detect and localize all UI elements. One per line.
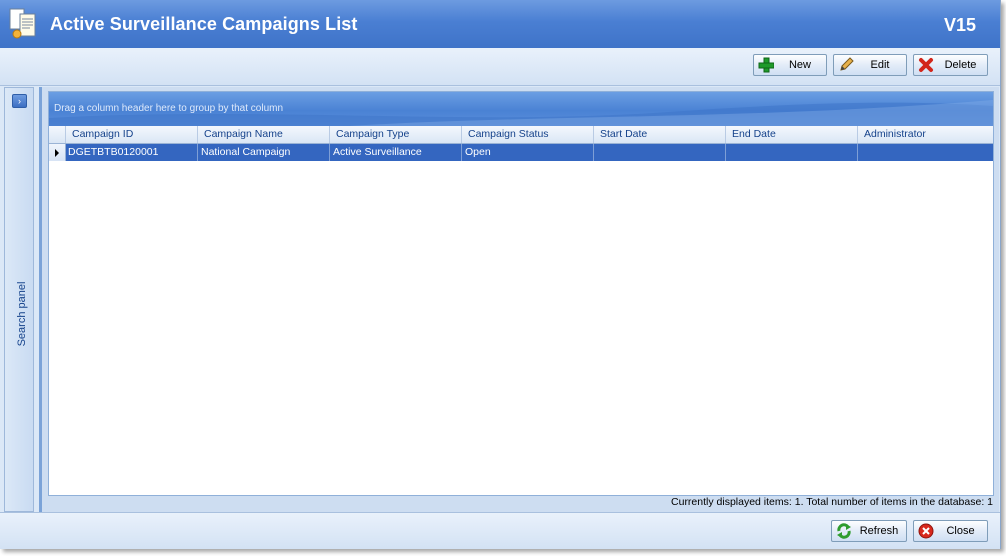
refresh-button-label: Refresh [859,525,899,537]
cell-campaign-id[interactable]: DGETBTB0120001 [65,144,197,161]
plus-icon [758,57,774,73]
row-pointer-icon [55,149,59,157]
row-indicator-header [49,126,65,143]
cell-end-date[interactable] [725,144,857,161]
search-panel-label[interactable]: Search panel [16,269,28,359]
column-header-administrator[interactable]: Administrator [857,126,993,143]
edit-button[interactable]: Edit [833,54,907,76]
column-header-row: Campaign ID Campaign Name Campaign Type … [49,126,993,144]
cell-administrator[interactable] [857,144,993,161]
close-button-label: Close [946,525,975,537]
title-bar: Active Surveillance Campaigns List V15 [0,0,1000,48]
cell-campaign-status[interactable]: Open [461,144,593,161]
version-label: V15 [943,15,976,35]
delete-x-icon [919,58,933,72]
column-header-campaign-id[interactable]: Campaign ID [65,126,197,143]
search-panel[interactable]: › Search panel [4,87,34,512]
campaigns-grid: Drag a column header here to group by th… [48,91,994,496]
cell-start-date[interactable] [593,144,725,161]
grid-container: Drag a column header here to group by th… [39,87,999,512]
cell-campaign-type[interactable]: Active Surveillance [329,144,461,161]
items-count-status: Currently displayed items: 1. Total numb… [671,496,993,508]
new-button-label: New [788,59,811,71]
toolbar: New Edit Delete [0,48,1000,86]
pencil-icon [840,57,854,71]
close-circle-icon [918,523,934,539]
delete-button-label: Delete [944,59,977,71]
column-header-end-date[interactable]: End Date [725,126,857,143]
row-indicator[interactable] [49,144,66,161]
column-header-campaign-status[interactable]: Campaign Status [461,126,593,143]
cell-campaign-name[interactable]: National Campaign [197,144,329,161]
column-header-campaign-type[interactable]: Campaign Type [329,126,461,143]
close-button[interactable]: Close [913,520,988,542]
refresh-icon [837,523,851,539]
document-list-icon [9,8,36,39]
new-button[interactable]: New [753,54,827,76]
window: Active Surveillance Campaigns List V15 N… [0,0,1001,549]
window-title: Active Surveillance Campaigns List [50,14,358,34]
column-header-start-date[interactable]: Start Date [593,126,725,143]
group-by-hint: Drag a column header here to group by th… [54,103,284,114]
delete-button[interactable]: Delete [913,54,988,76]
refresh-button[interactable]: Refresh [831,520,907,542]
group-by-panel[interactable]: Drag a column header here to group by th… [49,92,993,126]
chevron-right-icon[interactable]: › [12,94,27,108]
column-header-campaign-name[interactable]: Campaign Name [197,126,329,143]
edit-button-label: Edit [870,59,890,71]
footer-bar: Refresh Close [0,512,1000,549]
table-row[interactable]: DGETBTB0120001 National Campaign Active … [49,144,993,161]
